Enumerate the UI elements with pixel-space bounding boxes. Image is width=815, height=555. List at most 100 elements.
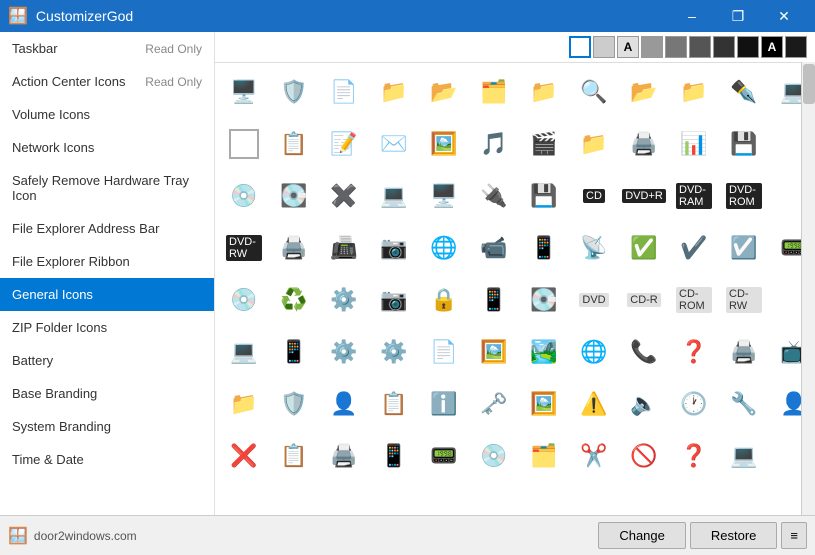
icon-cell[interactable]: 💻 xyxy=(369,171,419,221)
sidebar-item-general[interactable]: General Icons xyxy=(0,278,214,311)
icon-cell[interactable]: ❓ xyxy=(669,327,719,377)
icon-cell[interactable]: ⚠️ xyxy=(569,379,619,429)
icon-cell[interactable]: DVD-RW xyxy=(219,223,269,273)
icon-cell[interactable]: 📁 xyxy=(219,379,269,429)
icon-cell[interactable]: ℹ️ xyxy=(419,379,469,429)
icon-cell[interactable]: CD-R xyxy=(619,275,669,325)
icon-cell[interactable]: DVD-RAM xyxy=(669,171,719,221)
icon-cell[interactable]: 📹 xyxy=(469,223,519,273)
restore-button[interactable]: Restore xyxy=(690,522,778,549)
icon-cell[interactable]: ⚙️ xyxy=(369,327,419,377)
icon-cell[interactable]: ✂️ xyxy=(569,431,619,481)
icon-cell[interactable]: 📁 xyxy=(669,67,719,117)
icon-cell[interactable]: ❓ xyxy=(669,431,719,481)
icon-cell[interactable]: 📡 xyxy=(569,223,619,273)
scrollbar-track[interactable] xyxy=(801,62,815,515)
color-custom[interactable] xyxy=(785,36,807,58)
icon-cell[interactable]: 💿 xyxy=(219,171,269,221)
icon-cell[interactable]: ✒️ xyxy=(719,67,769,117)
icon-cell[interactable]: 💾 xyxy=(519,171,569,221)
icon-cell[interactable]: 📂 xyxy=(619,67,669,117)
icon-cell[interactable]: 🔌 xyxy=(469,171,519,221)
icon-cell[interactable]: 📁 xyxy=(519,67,569,117)
sidebar-item-safely-remove[interactable]: Safely Remove Hardware Tray Icon xyxy=(0,164,214,212)
sidebar-item-system-branding[interactable]: System Branding xyxy=(0,410,214,443)
icon-cell[interactable]: 🗂️ xyxy=(469,67,519,117)
icon-cell[interactable]: 🖥️ xyxy=(419,171,469,221)
icon-cell[interactable]: DVD-ROM xyxy=(719,171,769,221)
icon-cell[interactable]: CD-RW xyxy=(719,275,769,325)
sidebar-item-network[interactable]: Network Icons xyxy=(0,131,214,164)
color-light[interactable] xyxy=(593,36,615,58)
icon-cell[interactable]: 🖨️ xyxy=(719,327,769,377)
icon-cell[interactable]: 💿 xyxy=(469,431,519,481)
icon-cell[interactable]: 🛡️ xyxy=(269,379,319,429)
icon-cell[interactable]: 🌐 xyxy=(569,327,619,377)
sidebar-item-time-date[interactable]: Time & Date xyxy=(0,443,214,476)
icon-cell[interactable]: 📁 xyxy=(569,119,619,169)
icon-cell[interactable]: 🎵 xyxy=(469,119,519,169)
icon-cell[interactable]: 🌐 xyxy=(419,223,469,273)
icon-cell[interactable]: 📱 xyxy=(369,431,419,481)
icon-cell[interactable]: 🖨️ xyxy=(319,431,369,481)
maximize-button[interactable]: ❐ xyxy=(715,0,761,32)
color-black[interactable]: A xyxy=(761,36,783,58)
icon-cell[interactable]: 🖼️ xyxy=(519,379,569,429)
icon-cell[interactable]: ✖️ xyxy=(319,171,369,221)
icon-cell[interactable]: 📷 xyxy=(369,223,419,273)
icon-cell[interactable]: 📋 xyxy=(269,119,319,169)
icon-cell[interactable]: 📁 xyxy=(369,67,419,117)
icon-cell[interactable]: 🛡️ xyxy=(269,67,319,117)
sidebar-item-file-explorer-ribbon[interactable]: File Explorer Ribbon xyxy=(0,245,214,278)
icon-cell[interactable]: 🔍 xyxy=(569,67,619,117)
icon-cell[interactable]: 🖨️ xyxy=(269,223,319,273)
icon-cell[interactable]: 📱 xyxy=(269,327,319,377)
icon-cell[interactable]: 🎬 xyxy=(519,119,569,169)
icon-cell[interactable]: 🖥️ xyxy=(219,67,269,117)
icon-cell[interactable]: ⚙️ xyxy=(319,327,369,377)
icon-cell[interactable]: 🖨️ xyxy=(619,119,669,169)
menu-button[interactable]: ≡ xyxy=(781,522,807,549)
icon-cell[interactable]: ⚙️ xyxy=(319,275,369,325)
icon-cell[interactable]: 🔒 xyxy=(419,275,469,325)
icon-cell[interactable]: 🗝️ xyxy=(469,379,519,429)
minimize-button[interactable]: – xyxy=(669,0,715,32)
icon-cell[interactable]: ♻️ xyxy=(269,275,319,325)
icon-cell[interactable]: 📄 xyxy=(419,327,469,377)
color-darker[interactable] xyxy=(713,36,735,58)
color-dark[interactable] xyxy=(689,36,711,58)
icon-cell[interactable]: 📷 xyxy=(369,275,419,325)
sidebar-item-base-branding[interactable]: Base Branding xyxy=(0,377,214,410)
change-button[interactable]: Change xyxy=(598,522,686,549)
icon-cell[interactable]: ❌ xyxy=(219,431,269,481)
icon-cell[interactable]: 📝 xyxy=(319,119,369,169)
icon-cell[interactable]: 📠 xyxy=(319,223,369,273)
icon-cell[interactable]: ✉️ xyxy=(369,119,419,169)
icon-cell[interactable]: 💽 xyxy=(519,275,569,325)
icon-cell[interactable]: ✅ xyxy=(619,223,669,273)
icon-cell[interactable]: 📊 xyxy=(669,119,719,169)
icon-cell[interactable]: 📱 xyxy=(519,223,569,273)
icon-cell[interactable]: 🔈 xyxy=(619,379,669,429)
icon-cell[interactable]: 🏞️ xyxy=(519,327,569,377)
color-darkest[interactable] xyxy=(737,36,759,58)
sidebar-item-file-explorer-address[interactable]: File Explorer Address Bar xyxy=(0,212,214,245)
icon-cell[interactable]: 🖼️ xyxy=(419,119,469,169)
icon-cell[interactable]: ✔️ xyxy=(669,223,719,273)
icon-cell[interactable]: 🕐 xyxy=(669,379,719,429)
color-white[interactable] xyxy=(569,36,591,58)
icon-cell[interactable]: ☑️ xyxy=(719,223,769,273)
sidebar-item-battery[interactable]: Battery xyxy=(0,344,214,377)
color-letter-a[interactable]: A xyxy=(617,36,639,58)
scrollbar-thumb[interactable] xyxy=(803,64,815,104)
icon-cell[interactable]: CD-ROM xyxy=(669,275,719,325)
icon-cell[interactable]: 🚫 xyxy=(619,431,669,481)
icon-cell[interactable]: 👤 xyxy=(319,379,369,429)
icon-cell[interactable]: 📄 xyxy=(319,67,369,117)
icon-cell[interactable]: DVD+R xyxy=(619,171,669,221)
icon-cell[interactable]: 💿 xyxy=(219,275,269,325)
sidebar-item-volume[interactable]: Volume Icons xyxy=(0,98,214,131)
icon-cell[interactable]: 📱 xyxy=(469,275,519,325)
color-dark-medium[interactable] xyxy=(665,36,687,58)
color-medium[interactable] xyxy=(641,36,663,58)
